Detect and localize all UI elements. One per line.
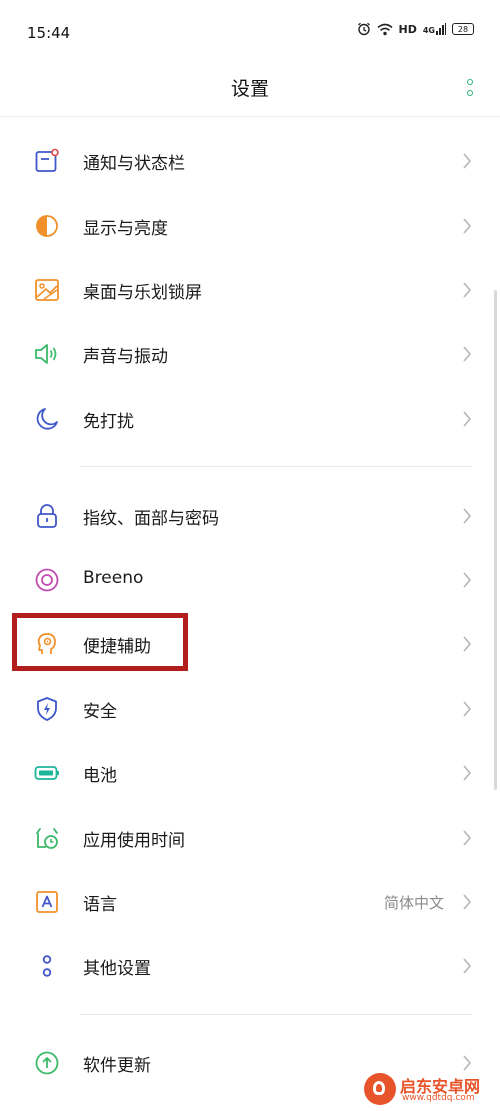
settings-item-label: 通知与状态栏	[83, 154, 185, 174]
settings-item-wallpaper[interactable]: 桌面与乐划锁屏	[0, 258, 500, 322]
settings-item-display[interactable]: 显示与亮度	[0, 194, 500, 258]
chevron-right-icon	[463, 153, 472, 169]
battery-setting-icon	[34, 760, 60, 786]
settings-item-label: 电池	[83, 766, 117, 786]
speaker-icon	[34, 341, 60, 367]
signal-icon: 4G	[423, 23, 446, 35]
settings-item-label: Breeno	[83, 568, 144, 588]
status-time: 15:44	[27, 24, 71, 42]
lock-icon	[34, 503, 60, 529]
language-icon	[34, 889, 60, 915]
chevron-right-icon	[463, 572, 472, 588]
watermark: 启东安卓网 www.qdtdq.com	[364, 1071, 494, 1107]
section-divider	[80, 466, 472, 467]
chevron-right-icon	[463, 1055, 472, 1071]
chevron-right-icon	[463, 636, 472, 652]
page-title: 设置	[230, 78, 269, 100]
chevron-right-icon	[463, 701, 472, 717]
breeno-icon	[34, 567, 60, 593]
other-settings-icon	[34, 953, 60, 979]
wifi-icon	[376, 23, 393, 36]
status-icons: HD 4G 28	[357, 22, 474, 36]
section-divider	[80, 1014, 472, 1015]
highlight-box	[12, 613, 188, 671]
notification-bar-icon	[34, 148, 60, 174]
chevron-right-icon	[463, 830, 472, 846]
settings-item-do-not-disturb[interactable]: 免打扰	[0, 387, 500, 451]
settings-item-language[interactable]: 语言 简体中文	[0, 870, 500, 934]
settings-item-app-usage[interactable]: 应用使用时间	[0, 806, 500, 870]
settings-item-label: 应用使用时间	[83, 831, 185, 851]
settings-item-label: 软件更新	[83, 1056, 151, 1076]
network-type: 4G	[422, 26, 435, 35]
app-timer-icon	[34, 825, 60, 851]
chevron-right-icon	[463, 282, 472, 298]
language-value: 简体中文	[383, 894, 444, 912]
settings-item-security-lock[interactable]: 指纹、面部与密码	[0, 484, 500, 548]
chevron-right-icon	[463, 894, 472, 910]
chevron-right-icon	[463, 958, 472, 974]
chevron-right-icon	[463, 765, 472, 781]
settings-item-notifications[interactable]: 通知与状态栏	[0, 129, 500, 193]
chevron-right-icon	[463, 218, 472, 234]
chevron-right-icon	[463, 411, 472, 427]
update-icon	[34, 1050, 60, 1076]
scrollbar[interactable]	[494, 290, 497, 790]
chevron-right-icon	[463, 346, 472, 362]
settings-item-label: 其他设置	[83, 959, 151, 979]
settings-item-other[interactable]: 其他设置	[0, 934, 500, 998]
settings-item-label: 语言	[83, 895, 117, 915]
moon-icon	[34, 406, 60, 432]
chevron-right-icon	[463, 508, 472, 524]
battery-icon: 28	[452, 23, 474, 35]
settings-item-safety[interactable]: 安全	[0, 677, 500, 741]
settings-item-label: 指纹、面部与密码	[83, 509, 219, 529]
wallpaper-icon	[34, 277, 60, 303]
hd-indicator: HD	[398, 22, 417, 36]
settings-item-label: 声音与振动	[83, 347, 168, 367]
settings-item-battery[interactable]: 电池	[0, 741, 500, 805]
settings-item-label: 安全	[83, 702, 117, 722]
settings-item-sound[interactable]: 声音与振动	[0, 322, 500, 386]
more-vertical-icon[interactable]	[466, 77, 474, 99]
shield-icon	[34, 696, 60, 722]
watermark-logo-icon	[364, 1073, 396, 1105]
watermark-url: www.qdtdq.com	[402, 1093, 475, 1103]
status-bar: 15:44 HD 4G 28	[0, 0, 500, 64]
settings-item-label: 免打扰	[83, 412, 134, 432]
settings-item-label: 桌面与乐划锁屏	[83, 283, 202, 303]
alarm-icon	[357, 22, 371, 36]
brightness-icon	[34, 213, 60, 239]
settings-item-breeno[interactable]: Breeno	[0, 548, 500, 612]
title-bar: 设置	[0, 64, 500, 117]
settings-item-label: 显示与亮度	[83, 219, 168, 239]
